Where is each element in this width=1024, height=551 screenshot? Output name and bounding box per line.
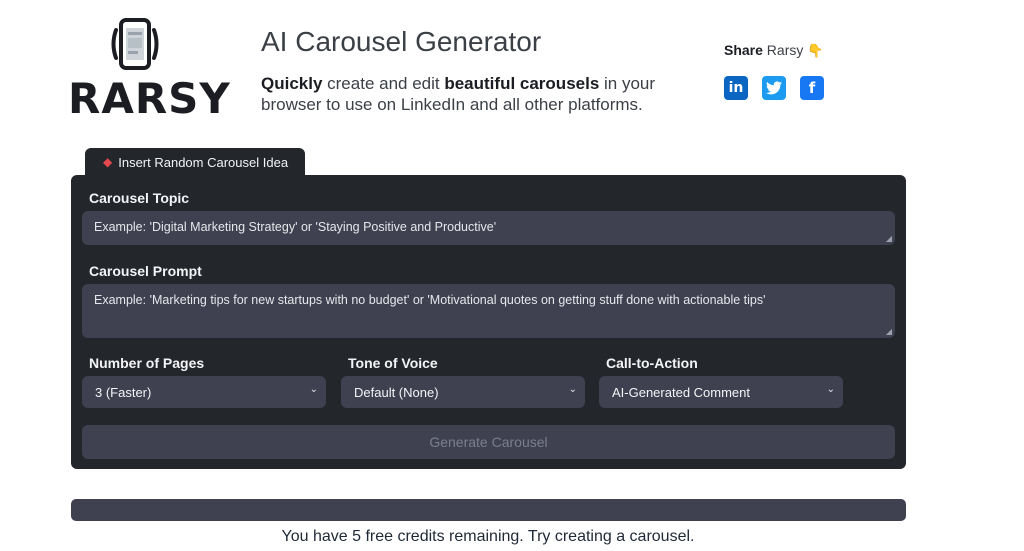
rarsy-logo[interactable]: RARSY — [66, 14, 230, 123]
tone-label: Tone of Voice — [348, 355, 438, 371]
page-title: AI Carousel Generator — [261, 26, 542, 57]
chevron-down-icon: ⌄ — [826, 384, 835, 395]
pointing-hand-icon: 👇 — [807, 43, 824, 58]
pages-value: 3 (Faster) — [95, 384, 152, 400]
topic-input[interactable]: Example: 'Digital Marketing Strategy' or… — [82, 211, 895, 245]
cta-select[interactable]: AI-Generated Comment ⌄ — [599, 376, 843, 408]
brand-name: RARSY — [68, 74, 231, 123]
social-share-links: in f — [724, 76, 824, 100]
phone-logo-icon — [111, 18, 159, 70]
progress-bar — [71, 499, 906, 521]
pages-label: Number of Pages — [89, 355, 205, 371]
insert-random-idea-tab[interactable]: ◆ Insert Random Carousel Idea — [85, 148, 305, 176]
resize-grip-icon[interactable]: ◢ — [886, 234, 892, 243]
prompt-label: Carousel Prompt — [89, 263, 202, 279]
cta-value: AI-Generated Comment — [612, 384, 751, 400]
prompt-input[interactable]: Example: 'Marketing tips for new startup… — [82, 284, 895, 338]
linkedin-icon[interactable]: in — [724, 76, 748, 100]
tab-label: Insert Random Carousel Idea — [118, 154, 289, 170]
topic-label: Carousel Topic — [89, 190, 190, 206]
ruby-gem-icon: ◆ — [103, 155, 113, 169]
share-label: Share Rarsy 👇 — [724, 42, 824, 58]
chevron-down-icon: ⌄ — [568, 384, 577, 395]
cta-label: Call-to-Action — [606, 355, 698, 371]
chevron-down-icon: ⌄ — [309, 384, 318, 395]
twitter-icon[interactable] — [762, 76, 786, 100]
carousel-form-panel: Carousel Topic Example: 'Digital Marketi… — [71, 175, 906, 469]
credits-message: You have 5 free credits remaining. Try c… — [281, 528, 695, 545]
topic-placeholder: Example: 'Digital Marketing Strategy' or… — [94, 220, 497, 234]
tone-value: Default (None) — [354, 384, 439, 400]
generate-carousel-button[interactable]: Generate Carousel — [82, 425, 895, 459]
pages-select[interactable]: 3 (Faster) ⌄ — [82, 376, 326, 408]
resize-grip-icon[interactable]: ◢ — [886, 327, 892, 336]
facebook-icon[interactable]: f — [800, 76, 824, 100]
tone-select[interactable]: Default (None) ⌄ — [341, 376, 585, 408]
page-subtitle: Quickly create and edit beautiful carous… — [261, 74, 656, 114]
prompt-placeholder: Example: 'Marketing tips for new startup… — [94, 293, 766, 307]
